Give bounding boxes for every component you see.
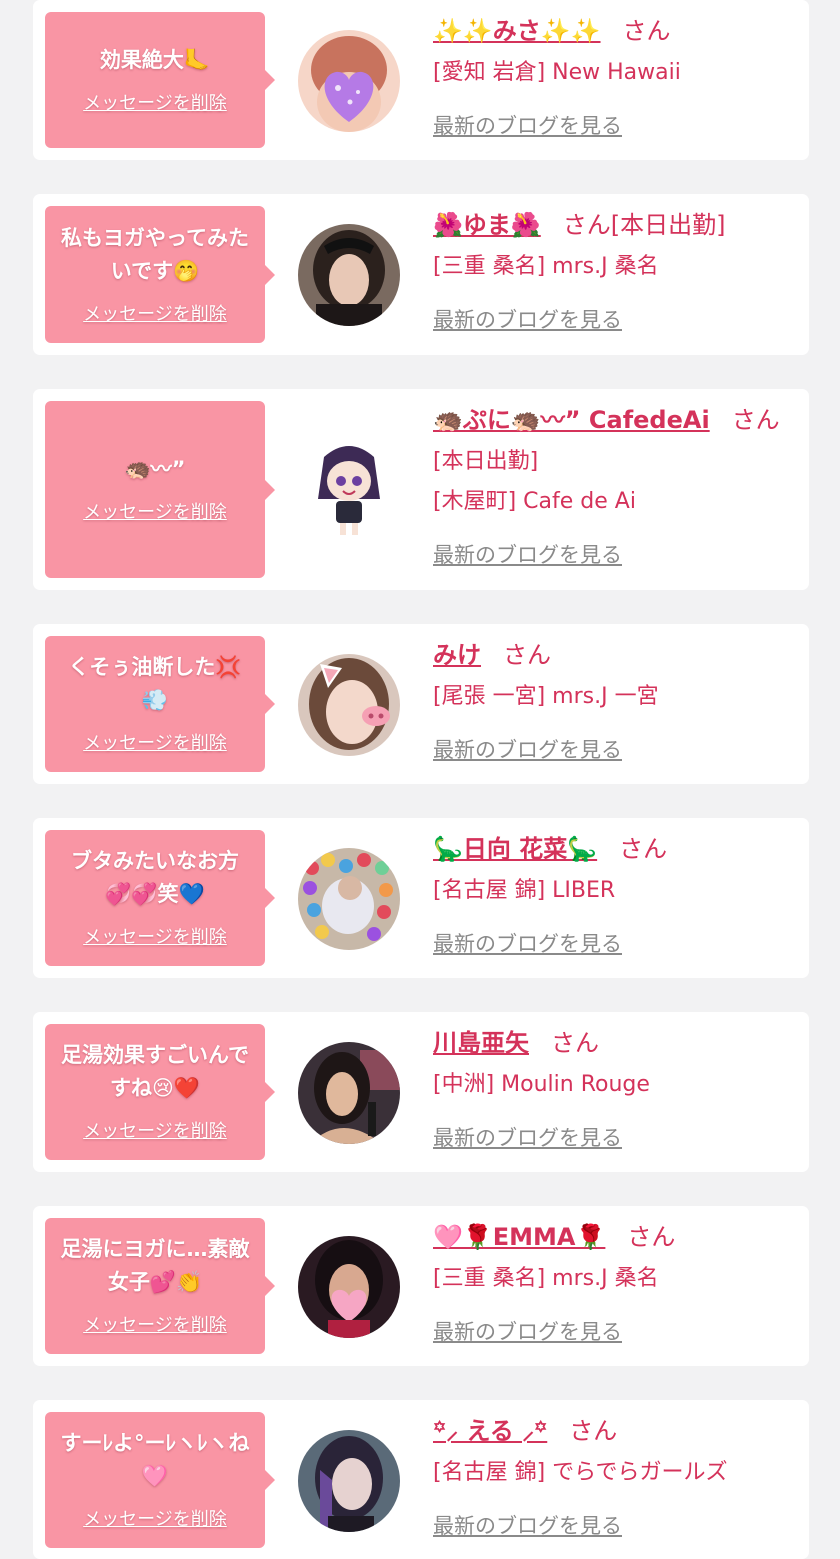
message-bubble: くそぅ油断した💢💨 メッセージを削除 [45,636,275,772]
sender-info: 🦔ぷに🦔〰” CafedeAi さん [本日出勤] [木屋町] Cafe de A… [433,403,789,569]
sender-info: ꙳⸝ える ⸝꙳ さん [名古屋 錦] でらでらガールズ 最新のブログを見る [433,1414,789,1540]
avatar[interactable] [298,224,400,326]
message-card: 🦔〰” メッセージを削除 🦔ぷに🦔〰” CafedeAi さん [本日出勤] [木… [33,389,809,590]
message-bubble: ブタみたいなお方💞💞笑💙 メッセージを削除 [45,830,275,966]
message-text: 🦔〰” [124,457,186,481]
delete-message-link[interactable]: メッセージを削除 [83,300,227,326]
sender-info: 🦕日向 花菜🦕 さん [名古屋 錦] LIBER 最新のブログを見る [433,832,789,958]
woman-photo-icon [298,1430,400,1532]
message-bubble: 足湯にヨガに…素敵女子💕👏 メッセージを削除 [45,1218,275,1354]
sender-name-link[interactable]: 🦔ぷに🦔〰” CafedeAi [433,406,710,434]
sender-info: 🌺ゆま🌺 さん[本日出勤] [三重 桑名] mrs.J 桑名 最新のブログを見る [433,208,789,334]
sender-name-link[interactable]: 🩷🌹EMMA🌹 [433,1223,605,1251]
latest-blog-link[interactable]: 最新のブログを見る [433,1122,622,1152]
sender-name-link[interactable]: みけ [433,641,481,669]
message-card: 足湯にヨガに…素敵女子💕👏 メッセージを削除 🩷🌹EMMA🌹 さん [三重 桑名]… [33,1206,809,1366]
avatar[interactable] [298,437,400,539]
sender-name-line: 🦔ぷに🦔〰” CafedeAi さん [433,403,789,437]
sender-name-line: 🩷🌹EMMA🌹 さん [433,1220,789,1254]
message-bubble: 足湯効果すごいんですね😢❤️ メッセージを削除 [45,1024,275,1160]
latest-blog-link[interactable]: 最新のブログを見る [433,110,622,140]
message-card: ブタみたいなお方💞💞笑💙 メッセージを削除 🦕日向 花菜🦕 さん [名古屋 錦]… [33,818,809,978]
shop-label: [三重 桑名] mrs.J 桑名 [433,254,659,279]
shop-label: [愛知 岩倉] New Hawaii [433,60,681,85]
woman-photo-icon [298,1042,400,1144]
shop-label: [本日出勤] [433,449,539,474]
latest-blog-link[interactable]: 最新のブログを見る [433,304,622,334]
sender-name-link[interactable]: 🦕日向 花菜🦕 [433,835,597,863]
avatar[interactable] [298,1042,400,1144]
honorific: さん [503,641,551,669]
honorific: さん [627,1223,676,1251]
shop-label: [尾張 一宮] mrs.J 一宮 [433,684,659,709]
sender-name-line: 🦕日向 花菜🦕 さん [433,832,789,866]
shop-label: [中洲] Moulin Rouge [433,1072,650,1097]
ball-pit-photo-icon [298,848,400,950]
sender-name-line: みけ さん [433,638,789,672]
shop-label: [名古屋 錦] でらでらガールズ [433,1460,728,1485]
sender-info: 川島亜矢 さん [中洲] Moulin Rouge 最新のブログを見る [433,1026,789,1152]
shop-label: [木屋町] Cafe de Ai [433,489,636,514]
pig-filter-photo-icon [298,654,400,756]
avatar[interactable] [298,1236,400,1338]
latest-blog-link[interactable]: 最新のブログを見る [433,1510,622,1540]
delete-message-link[interactable]: メッセージを削除 [83,1311,227,1337]
woman-photo-icon [298,224,400,326]
delete-message-link[interactable]: メッセージを削除 [83,923,227,949]
message-text: 私もヨガやってみたいです🤭 [61,225,249,283]
latest-blog-link[interactable]: 最新のブログを見る [433,539,622,569]
delete-message-link[interactable]: メッセージを削除 [83,1505,227,1531]
message-card: 足湯効果すごいんですね😢❤️ メッセージを削除 川島亜矢 さん [中洲] Moul… [33,1012,809,1172]
message-list: 効果絶大🦶 メッセージを削除 ✨✨みさ✨✨ さん [愛知 岩倉] New Hawa… [0,0,840,1559]
emma-sticker-photo-icon [298,1236,400,1338]
message-card: 私もヨガやってみたいです🤭 メッセージを削除 🌺ゆま🌺 さん[本日出勤] [三重 … [33,194,809,355]
honorific: さん [731,406,780,434]
honorific: さん [569,1417,618,1445]
avatar[interactable] [298,848,400,950]
message-text: 足湯効果すごいんですね😢❤️ [61,1043,249,1100]
message-card: すーﾚよ°ーﾚヽﾚヽね🩷 メッセージを削除 ꙳⸝ える ⸝꙳ さん [名古屋 錦]… [33,1400,809,1559]
delete-message-link[interactable]: メッセージを削除 [83,729,227,755]
message-text: 足湯にヨガに…素敵女子💕👏 [60,1237,250,1294]
honorific: さん[本日出勤] [562,211,726,239]
latest-blog-link[interactable]: 最新のブログを見る [433,734,622,764]
sender-name-line: 川島亜矢 さん [433,1026,789,1060]
honorific: さん [622,17,671,45]
message-bubble: 私もヨガやってみたいです🤭 メッセージを削除 [45,206,275,343]
sender-name-link[interactable]: 川島亜矢 [433,1029,529,1057]
shop-label: [三重 桑名] mrs.J 桑名 [433,1266,659,1291]
latest-blog-link[interactable]: 最新のブログを見る [433,928,622,958]
avatar[interactable] [298,30,400,132]
delete-message-link[interactable]: メッセージを削除 [83,89,227,115]
sender-name-line: ✨✨みさ✨✨ さん [433,14,789,48]
avatar[interactable] [298,1430,400,1532]
shop-label: [名古屋 錦] LIBER [433,878,616,903]
message-bubble: 🦔〰” メッセージを削除 [45,401,275,578]
sender-info: 🩷🌹EMMA🌹 さん [三重 桑名] mrs.J 桑名 最新のブログを見る [433,1220,789,1346]
avatar[interactable] [298,654,400,756]
delete-message-link[interactable]: メッセージを削除 [83,1117,227,1143]
message-bubble: すーﾚよ°ーﾚヽﾚヽね🩷 メッセージを削除 [45,1412,275,1548]
honorific: さん [551,1029,599,1057]
anime-character-icon [298,437,400,539]
sender-name-link[interactable]: ✨✨みさ✨✨ [433,17,601,45]
sender-name-line: ꙳⸝ える ⸝꙳ さん [433,1414,789,1448]
sender-info: みけ さん [尾張 一宮] mrs.J 一宮 最新のブログを見る [433,638,789,764]
message-card: くそぅ油断した💢💨 メッセージを削除 みけ さん [尾張 一宮] mrs.J 一宮… [33,624,809,784]
heart-sticker-photo-icon [298,30,400,132]
sender-info: ✨✨みさ✨✨ さん [愛知 岩倉] New Hawaii 最新のブログを見る [433,14,789,140]
message-card: 効果絶大🦶 メッセージを削除 ✨✨みさ✨✨ さん [愛知 岩倉] New Hawa… [33,0,809,160]
delete-message-link[interactable]: メッセージを削除 [83,498,227,524]
sender-name-link[interactable]: ꙳⸝ える ⸝꙳ [433,1417,547,1445]
sender-name-link[interactable]: 🌺ゆま🌺 [433,211,541,239]
message-text: ブタみたいなお方💞💞笑💙 [71,849,239,906]
message-text: すーﾚよ°ーﾚヽﾚヽね🩷 [60,1431,250,1488]
message-text: くそぅ油断した💢💨 [68,655,242,712]
latest-blog-link[interactable]: 最新のブログを見る [433,1316,622,1346]
message-text: 効果絶大🦶 [99,47,211,72]
honorific: さん [619,835,668,863]
message-bubble: 効果絶大🦶 メッセージを削除 [45,12,275,148]
sender-name-line: 🌺ゆま🌺 さん[本日出勤] [433,208,789,242]
